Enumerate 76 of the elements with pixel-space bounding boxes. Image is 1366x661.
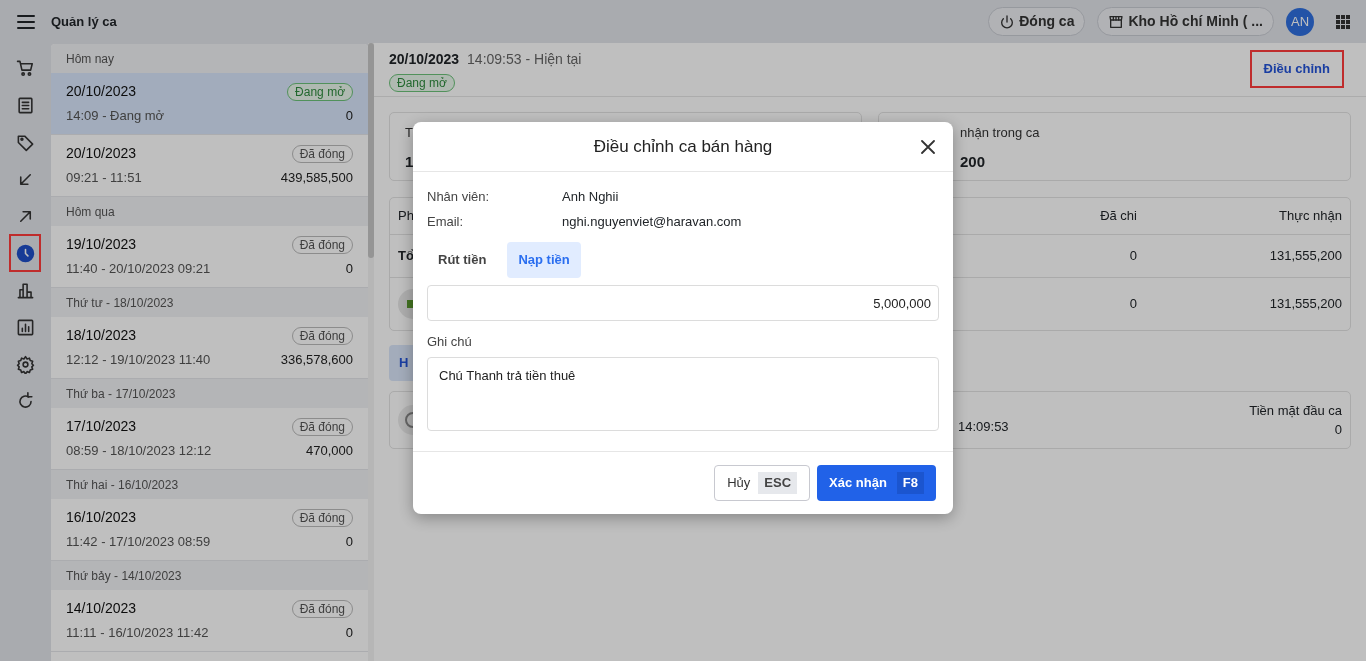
shift-time: 09:21 - 11:51 bbox=[66, 169, 142, 188]
shift-date: 17/10/2023 bbox=[66, 417, 137, 437]
group-heading: Thứ bảy - 14/10/2023 bbox=[66, 567, 182, 585]
field-label: Email: bbox=[427, 212, 465, 231]
cart-icon[interactable] bbox=[15, 58, 35, 78]
store-icon bbox=[1108, 13, 1125, 30]
table-cell-text: 0 bbox=[1128, 295, 1137, 314]
group-heading: Hôm qua bbox=[66, 203, 115, 221]
cash-value: 0 bbox=[1333, 421, 1342, 439]
shift-time: 08:59 - 18/10/2023 12:12 bbox=[66, 442, 212, 461]
field-label: Nhân viên: bbox=[427, 187, 491, 206]
shift-time: 11:40 - 20/10/2023 09:21 bbox=[66, 260, 211, 279]
shift-date: 19/10/2023 bbox=[66, 235, 137, 255]
status-badge: Đang mở bbox=[287, 82, 353, 101]
close-shift-button[interactable]: Đóng ca bbox=[988, 7, 1086, 36]
note-label: Ghi chú bbox=[427, 334, 472, 349]
column-header: Đã chi bbox=[1099, 207, 1137, 226]
cancel-button[interactable]: Hủy ESC bbox=[714, 465, 811, 501]
close-icon[interactable] bbox=[921, 140, 935, 154]
tab[interactable]: Nạp tiền bbox=[507, 242, 581, 278]
table-cell-text: 131,555,200 bbox=[1268, 247, 1342, 266]
card-value: 1 bbox=[405, 151, 415, 172]
cash-label: Tiền mặt đầu ca bbox=[1249, 401, 1342, 420]
shift-date: 20/10/2023 bbox=[66, 144, 137, 164]
table-cell-text: 0 bbox=[1128, 247, 1137, 266]
card-label: T bbox=[405, 124, 414, 142]
group-heading: Thứ ba - 17/10/2023 bbox=[66, 385, 176, 403]
shift-time: 11:11 - 16/10/2023 11:42 bbox=[66, 624, 209, 643]
status-badge: Đang mở bbox=[389, 74, 455, 92]
bar-chart-icon[interactable] bbox=[15, 280, 35, 300]
shift-amount: 336,578,600 bbox=[280, 351, 353, 370]
field-value: Anh Nghii bbox=[562, 187, 619, 206]
shift-date: 20/10/2023 bbox=[389, 50, 460, 69]
tab[interactable]: Rút tiền bbox=[427, 242, 498, 278]
shift-date: 18/10/2023 bbox=[66, 326, 137, 346]
group-heading: Thứ hai - 16/10/2023 bbox=[66, 476, 179, 494]
report-icon[interactable] bbox=[15, 317, 35, 337]
column-header: Ph bbox=[398, 207, 414, 226]
scrollbar[interactable] bbox=[368, 43, 374, 661]
power-icon bbox=[999, 13, 1016, 30]
menu-icon[interactable] bbox=[16, 14, 35, 29]
shift-item[interactable]: 20/10/2023 Đang mở 14:09 - Đang mở 0 bbox=[51, 73, 368, 135]
shift-time: 14:09:53 bbox=[958, 419, 1009, 435]
apps-grid-icon[interactable] bbox=[1336, 14, 1350, 29]
shift-amount: 470,000 bbox=[306, 442, 353, 461]
store-selector[interactable]: Kho Hồ chí Minh ( ... bbox=[1097, 7, 1274, 36]
shift-date: 16/10/2023 bbox=[66, 508, 137, 528]
shift-date: 14/10/2023 bbox=[66, 599, 137, 619]
list-icon[interactable] bbox=[15, 95, 35, 115]
group-heading: Hôm nay bbox=[66, 50, 115, 68]
group-heading: Thứ tư - 18/10/2023 bbox=[66, 294, 174, 312]
card-value: 200 bbox=[959, 151, 987, 172]
shift-time: 14:09 - Đang mở bbox=[66, 107, 165, 126]
shift-amount: 0 bbox=[345, 533, 353, 552]
page-title: Quản lý ca bbox=[51, 12, 117, 31]
field-value: nghi.nguyenviet@haravan.com bbox=[562, 212, 742, 231]
adjust-button[interactable]: Điều chỉnh bbox=[1251, 52, 1342, 86]
table-cell-text: 131,555,200 bbox=[1268, 295, 1342, 314]
shift-amount: 0 bbox=[345, 260, 353, 279]
shift-amount: 0 bbox=[345, 107, 353, 126]
card-label: nhận trong ca bbox=[959, 124, 1041, 142]
shift-amount: 439,585,500 bbox=[280, 169, 353, 188]
note-field[interactable]: Chú Thanh trả tiền thuê bbox=[427, 356, 939, 431]
shift-time: 12:12 - 19/10/2023 11:40 bbox=[66, 351, 211, 370]
dialog-title: Điều chỉnh ca bán hàng bbox=[593, 135, 773, 158]
user-avatar[interactable]: AN bbox=[1286, 7, 1314, 36]
column-header: Thực nhận bbox=[1278, 207, 1342, 226]
table-cell: Tổ bbox=[398, 248, 414, 264]
shift-date: 20/10/2023 bbox=[66, 82, 137, 102]
shift-time: 14:09:53 - Hiện tại bbox=[467, 50, 582, 69]
settings-icon[interactable] bbox=[15, 354, 35, 374]
shift-time: 11:42 - 17/10/2023 08:59 bbox=[66, 533, 211, 552]
tag-icon[interactable] bbox=[15, 132, 35, 152]
amount-field[interactable]: 5,000,000 bbox=[427, 285, 939, 321]
shift-amount: 0 bbox=[345, 624, 353, 643]
confirm-button[interactable]: Xác nhận F8 bbox=[817, 465, 936, 501]
